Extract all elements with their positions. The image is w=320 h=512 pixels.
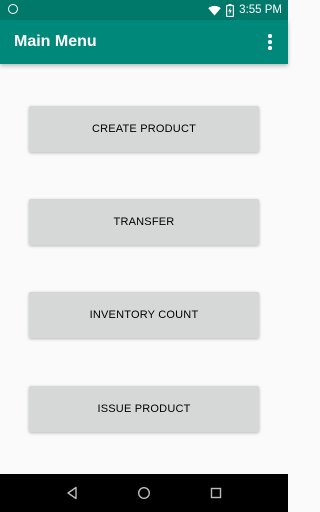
back-icon[interactable]: [64, 485, 80, 501]
recents-icon[interactable]: [208, 485, 224, 501]
wifi-icon: [208, 5, 221, 15]
status-icons: 3:55 PM: [208, 3, 282, 17]
create-product-button[interactable]: CREATE PRODUCT: [29, 106, 259, 152]
transfer-button[interactable]: TRANSFER: [29, 199, 259, 245]
issue-product-button[interactable]: ISSUE PRODUCT: [29, 386, 259, 432]
inventory-count-button[interactable]: INVENTORY COUNT: [29, 292, 259, 338]
overflow-dot: [268, 34, 272, 38]
home-icon[interactable]: [136, 485, 152, 501]
notification-circle-icon: [8, 4, 18, 14]
status-bar: 3:55 PM: [0, 0, 288, 20]
page-title: Main Menu: [14, 33, 97, 50]
overflow-dot: [268, 46, 272, 50]
status-time: 3:55 PM: [239, 4, 282, 16]
navigation-bar: [0, 474, 288, 512]
overflow-dot: [268, 40, 272, 44]
more-vert-icon[interactable]: [262, 32, 278, 52]
battery-charging-icon: [226, 3, 235, 17]
app-bar: Main Menu: [0, 20, 288, 64]
